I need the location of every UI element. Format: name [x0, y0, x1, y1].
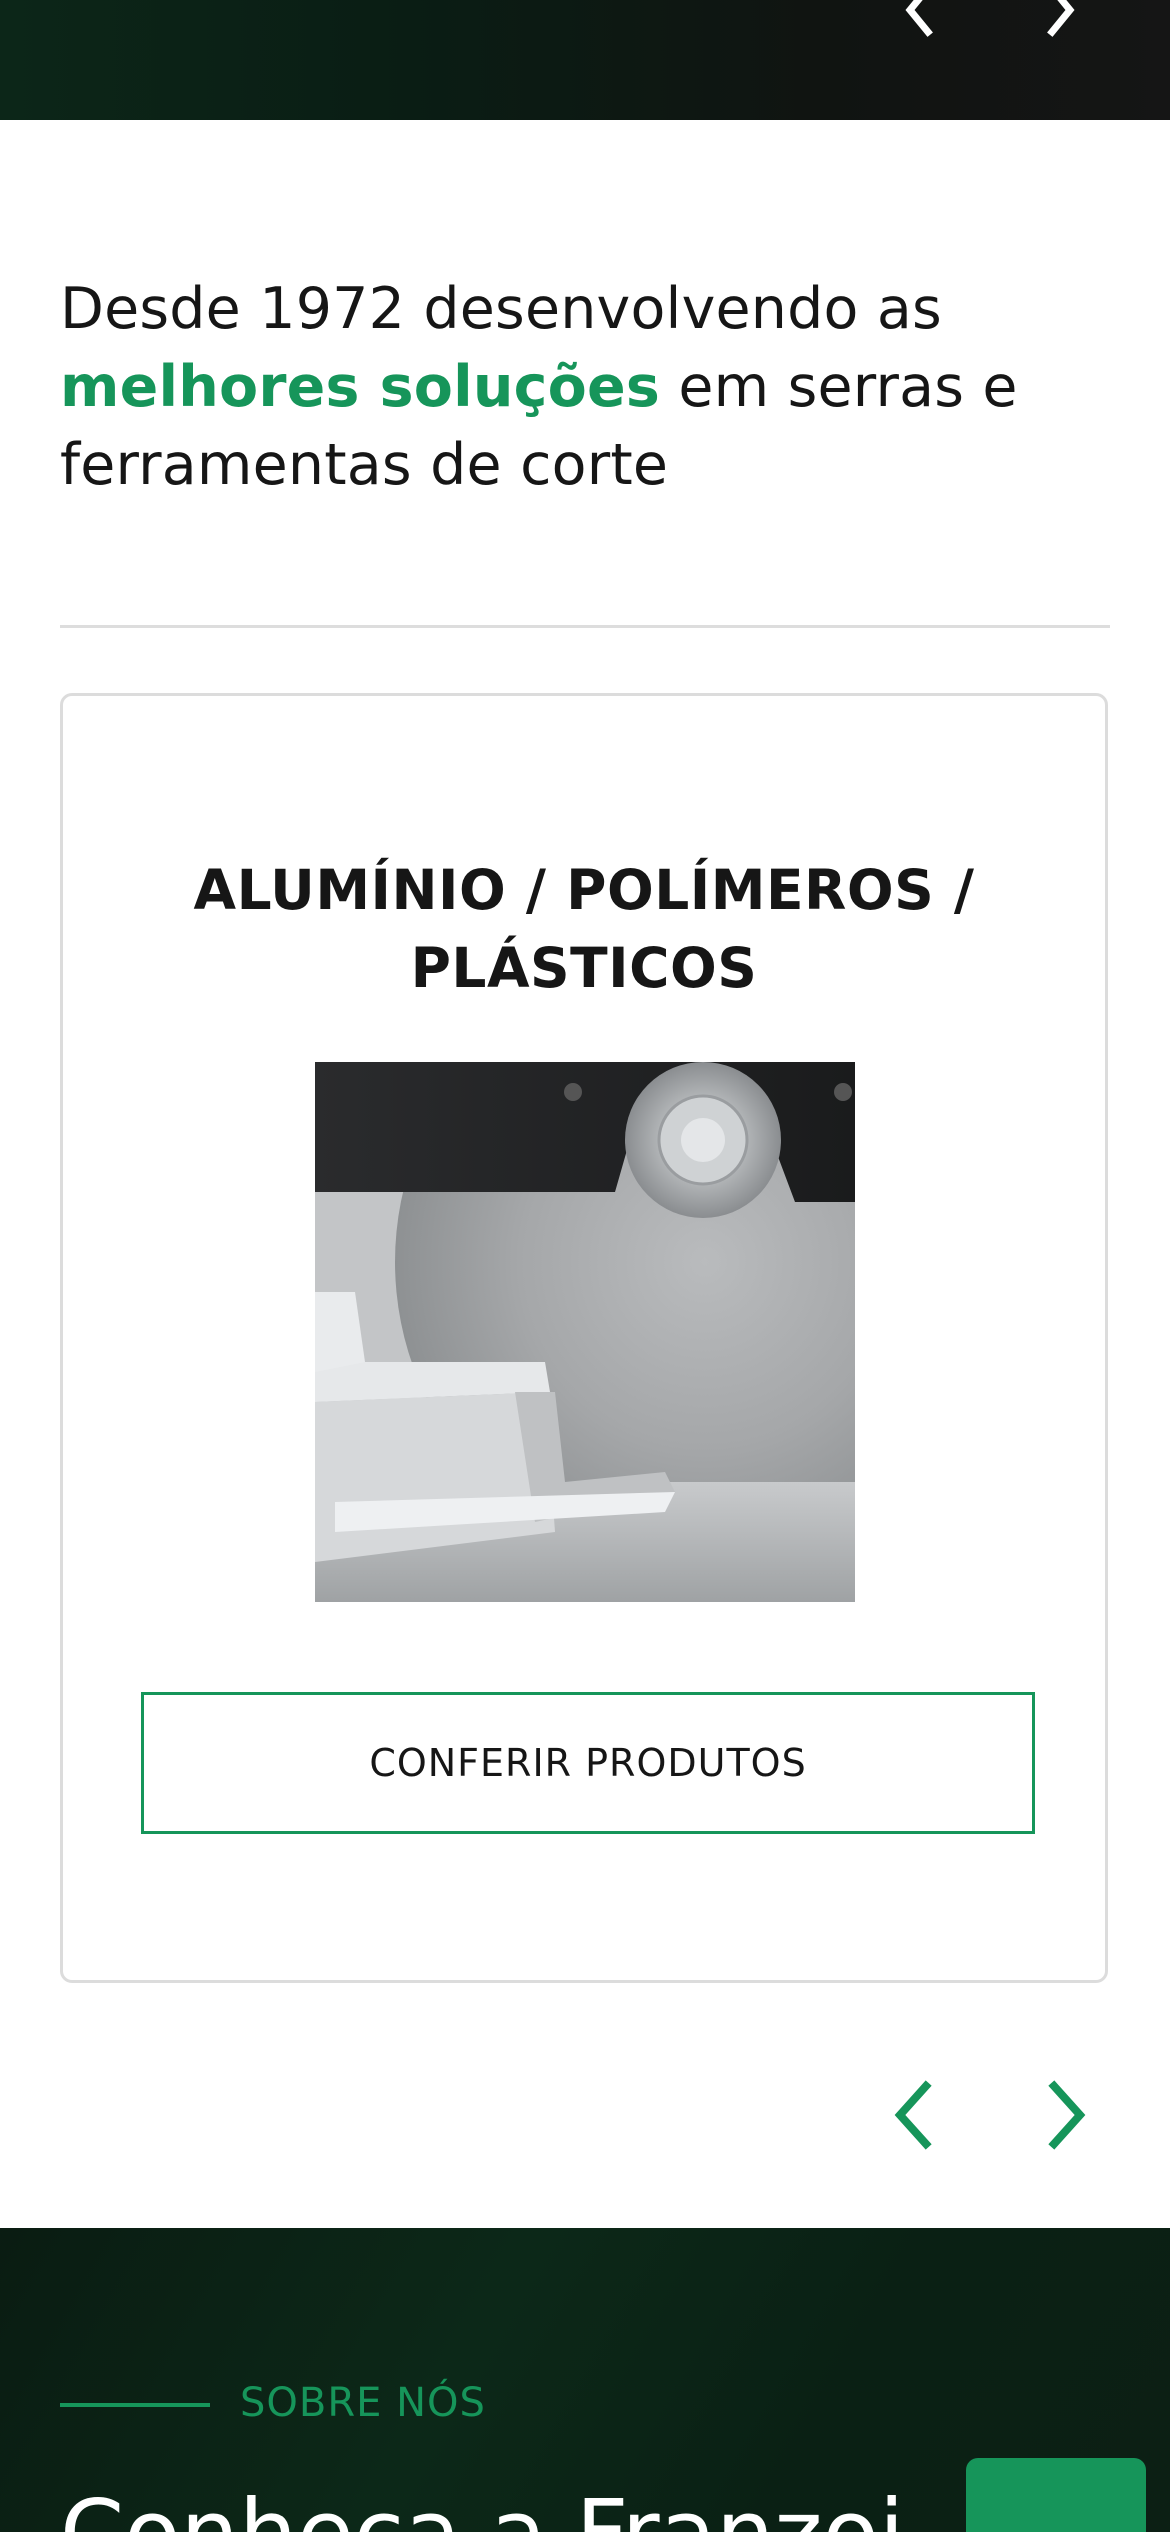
intro-line-2: em serras e	[660, 354, 1018, 420]
hero-banner	[0, 0, 1170, 120]
hero-prev-button[interactable]	[890, 0, 950, 40]
card-title-line-1: ALUMÍNIO / POLÍMEROS /	[193, 858, 975, 922]
hero-next-button[interactable]	[1030, 0, 1090, 40]
product-card: ALUMÍNIO / POLÍMEROS / PLÁSTICOS CONFERI…	[60, 693, 1108, 1983]
card-title: ALUMÍNIO / POLÍMEROS / PLÁSTICOS	[63, 851, 1105, 1007]
intro-highlight: melhores soluções	[60, 354, 661, 420]
about-heading: Conheça a Franzoi	[60, 2480, 904, 2532]
about-kicker: SOBRE NÓS	[240, 2380, 486, 2426]
whatsapp-button[interactable]	[966, 2458, 1146, 2532]
chevron-left-icon	[905, 0, 933, 37]
carousel-prev-button[interactable]	[880, 2080, 950, 2150]
chevron-right-icon	[1047, 0, 1075, 37]
kicker-line	[60, 2403, 210, 2407]
intro-text: Desde 1972 desenvolvendo as melhores sol…	[60, 270, 1100, 504]
saw-blade-illustration	[315, 1062, 855, 1602]
intro-line-1: Desde 1972 desenvolvendo as	[60, 276, 942, 342]
page: Desde 1972 desenvolvendo as melhores sol…	[0, 0, 1170, 2532]
saw-blade-photo	[315, 1062, 855, 1602]
card-title-line-2: PLÁSTICOS	[410, 936, 758, 1000]
check-products-button[interactable]: CONFERIR PRODUTOS	[141, 1692, 1035, 1834]
about-section: SOBRE NÓS Conheça a Franzoi	[0, 2228, 1170, 2532]
carousel-next-button[interactable]	[1030, 2080, 1100, 2150]
chevron-right-icon	[1048, 2080, 1086, 2150]
chevron-left-icon	[894, 2080, 932, 2150]
intro-line-3: ferramentas de corte	[60, 432, 669, 498]
divider	[60, 625, 1110, 628]
